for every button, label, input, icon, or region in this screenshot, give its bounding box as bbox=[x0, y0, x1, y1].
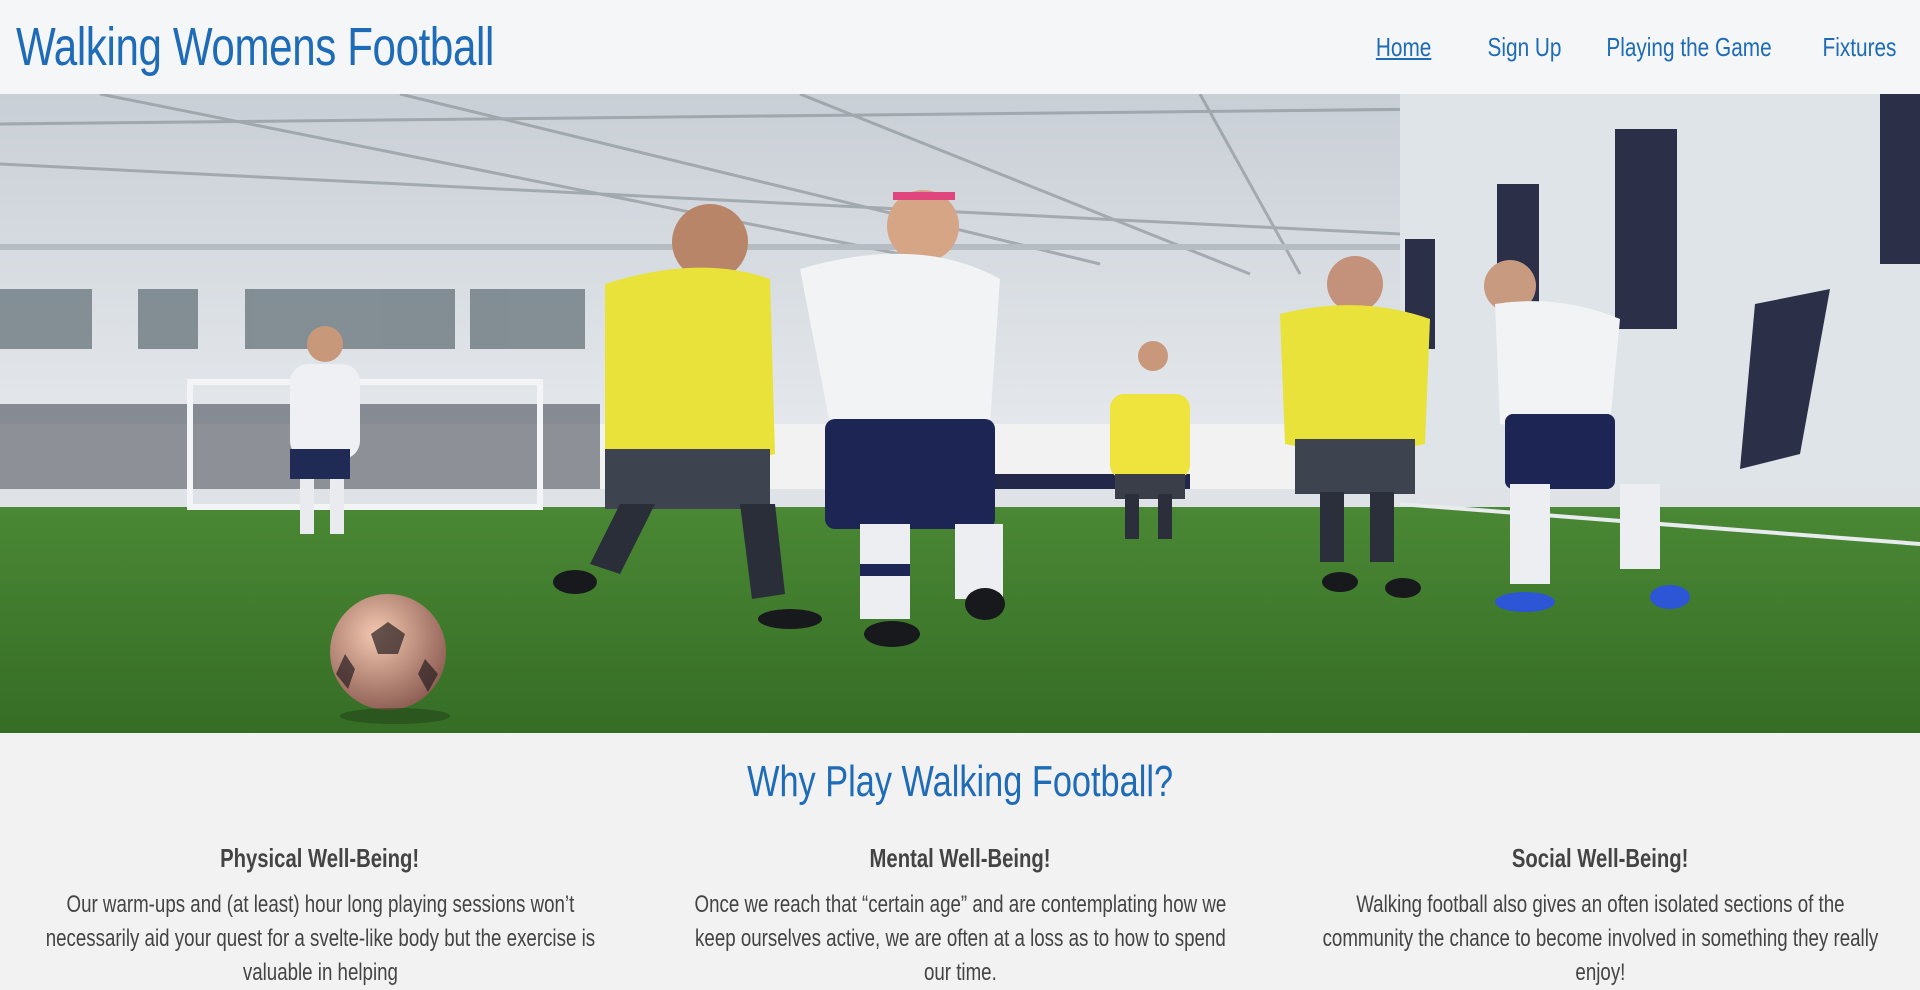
nav-link-home[interactable]: Home bbox=[1376, 32, 1431, 63]
column-heading-text: Physical Well-Being! bbox=[220, 843, 420, 873]
column-text: Our warm-ups and (at least) hour long pl… bbox=[40, 888, 600, 990]
column-text-body: Our warm-ups and (at least) hour long pl… bbox=[45, 891, 595, 986]
mental-wellbeing-column: Mental Well-Being! Once we reach that “c… bbox=[680, 843, 1240, 990]
section-title-text: Why Play Walking Football? bbox=[746, 757, 1173, 806]
column-heading: Mental Well-Being! bbox=[680, 843, 1240, 874]
main-content: Why Play Walking Football? Physical Well… bbox=[0, 733, 1920, 986]
nav-link-sign-up[interactable]: Sign Up bbox=[1487, 32, 1561, 63]
social-wellbeing-column: Social Well-Being! Walking football also… bbox=[1320, 843, 1880, 990]
column-heading: Social Well-Being! bbox=[1320, 843, 1880, 874]
column-heading: Physical Well-Being! bbox=[40, 843, 600, 874]
column-text-body: Walking football also gives an often iso… bbox=[1322, 891, 1878, 986]
nav-link-playing-the-game[interactable]: Playing the Game bbox=[1606, 32, 1771, 63]
site-title[interactable]: Walking Womens Football bbox=[16, 16, 494, 78]
site-header: Walking Womens Football Home Sign Up Pla… bbox=[0, 0, 1920, 94]
main-nav: Home Sign Up Playing the Game Fixtures bbox=[1339, 32, 1896, 63]
column-heading-text: Mental Well-Being! bbox=[869, 843, 1051, 873]
column-text: Walking football also gives an often iso… bbox=[1320, 888, 1880, 990]
hero-image bbox=[0, 94, 1920, 733]
column-heading-text: Social Well-Being! bbox=[1511, 843, 1689, 873]
column-text-body: Once we reach that “certain age” and are… bbox=[694, 891, 1226, 986]
section-title: Why Play Walking Football? bbox=[0, 757, 1920, 807]
physical-wellbeing-column: Physical Well-Being! Our warm-ups and (a… bbox=[40, 843, 600, 990]
column-text: Once we reach that “certain age” and are… bbox=[680, 888, 1240, 990]
nav-link-fixtures[interactable]: Fixtures bbox=[1822, 32, 1896, 63]
